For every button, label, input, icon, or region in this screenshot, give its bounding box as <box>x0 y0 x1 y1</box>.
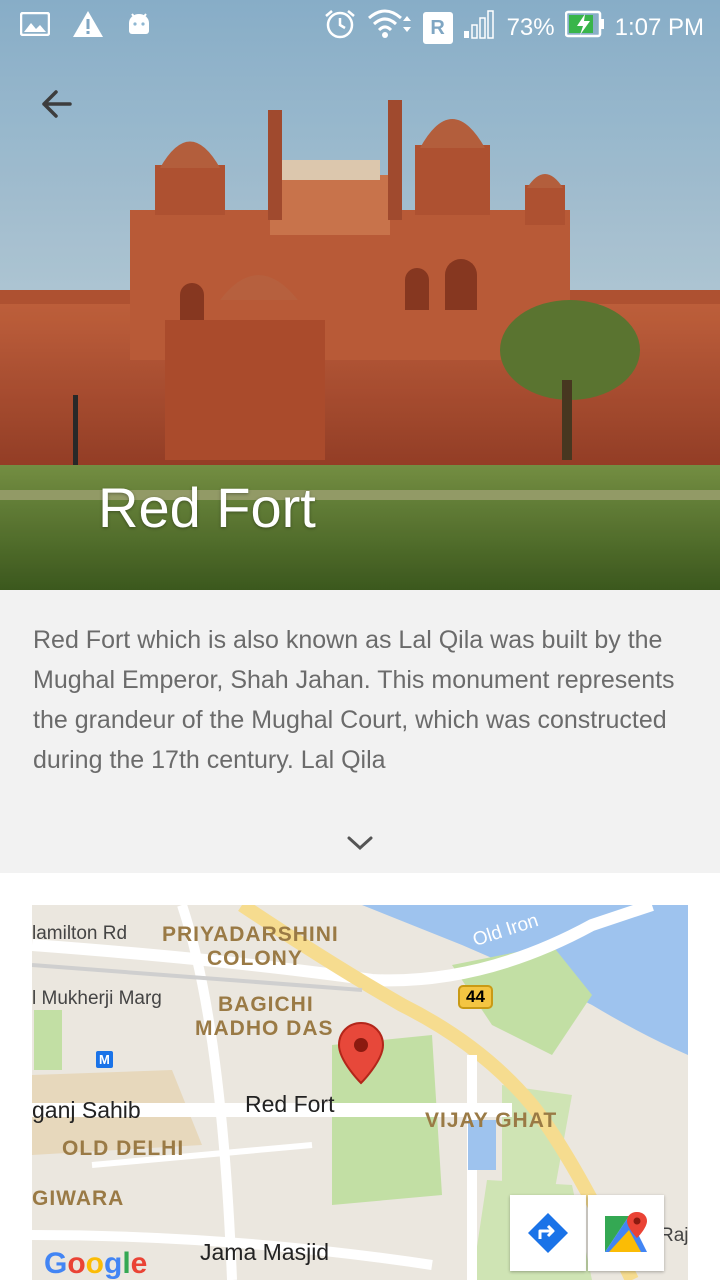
roaming-badge: R <box>422 11 453 44</box>
battery-percent: 73% <box>506 13 555 41</box>
map-label-vijay-ghat: VIJAY GHAT <box>425 1109 558 1132</box>
back-button[interactable] <box>30 80 82 128</box>
wifi-icon <box>367 8 413 47</box>
map-label-ganj-sahib: ganj Sahib <box>32 1097 141 1123</box>
map-label-old-delhi: OLD DELHI <box>62 1137 185 1160</box>
directions-button[interactable] <box>510 1195 586 1271</box>
map-label-hamilton: lamilton Rd <box>32 923 128 944</box>
metro-icon: M <box>96 1051 113 1068</box>
directions-icon <box>528 1213 568 1253</box>
map-label-madho: MADHO DAS <box>195 1017 334 1040</box>
clock: 1:07 PM <box>614 13 704 41</box>
map-label-red-fort: Red Fort <box>245 1091 335 1117</box>
map-label-bagichi: BAGICHI <box>218 993 314 1016</box>
location-pin-icon[interactable] <box>337 1021 385 1101</box>
map-label-giwara: GIWARA <box>32 1187 125 1210</box>
google-logo: Google <box>44 1247 148 1280</box>
alarm-icon <box>323 8 357 47</box>
place-title: Red Fort <box>98 476 316 539</box>
description-text: Red Fort which is also known as Lal Qila… <box>33 626 675 774</box>
route-44-badge: 44 <box>458 985 493 1009</box>
open-in-maps-button[interactable] <box>588 1195 664 1271</box>
map-label-priyadarshini: PRIYADARSHINI <box>162 923 339 946</box>
location-map[interactable]: lamilton Rd PRIYADARSHINI COLONY l Mukhe… <box>32 905 688 1280</box>
signal-icon <box>463 9 497 46</box>
image-icon <box>19 11 51 41</box>
map-label-raja: Raja <box>660 1225 688 1246</box>
hero-image: Red Fort <box>0 0 720 590</box>
expand-button[interactable] <box>340 830 380 858</box>
battery-icon <box>564 10 605 45</box>
map-label-colony: COLONY <box>207 947 303 970</box>
warning-icon <box>72 10 104 43</box>
arrow-back-icon <box>42 90 72 118</box>
chevron-down-icon <box>347 836 373 851</box>
android-icon <box>126 11 152 42</box>
map-label-jama-masjid: Jama Masjid <box>200 1239 330 1265</box>
status-bar: R 73% 1:07 PM <box>0 0 720 50</box>
description-section: Red Fort which is also known as Lal Qila… <box>0 590 720 873</box>
google-maps-icon <box>605 1212 647 1252</box>
map-label-mukherji: l Mukherji Marg <box>32 988 162 1009</box>
